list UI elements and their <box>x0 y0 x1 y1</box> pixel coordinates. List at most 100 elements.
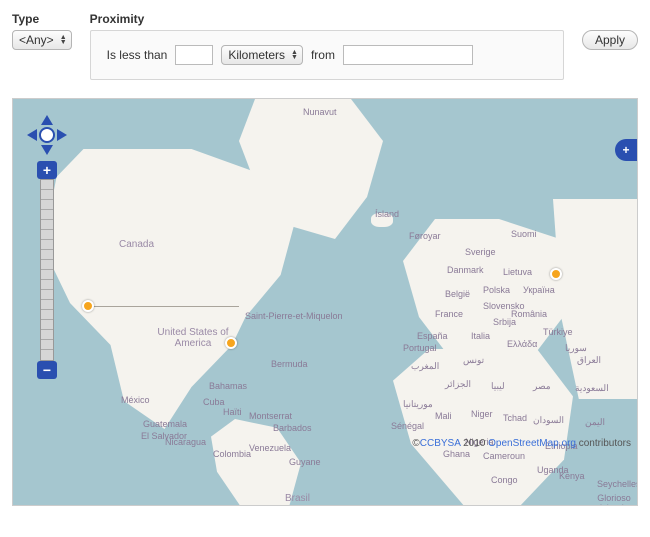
map-place-label: السعودية <box>575 383 609 394</box>
map-place-label: Cuba <box>203 397 225 407</box>
map-place-label: Brasil <box>285 493 310 504</box>
zoom-world-button[interactable]: + <box>615 139 637 161</box>
map-place-label: اليمن <box>585 417 605 428</box>
zoom-slider[interactable] <box>40 179 54 361</box>
map-place-label: România <box>511 309 547 319</box>
zoom-step[interactable] <box>41 340 53 350</box>
zoom-out-button[interactable]: − <box>37 361 57 379</box>
zoom-step[interactable] <box>41 310 53 320</box>
attribution-copyright: © <box>412 438 419 449</box>
map-place-label: Føroyar <box>409 231 441 241</box>
zoom-step[interactable] <box>41 180 53 190</box>
type-label: Type <box>12 12 72 26</box>
zoom-step[interactable] <box>41 320 53 330</box>
zoom-step[interactable] <box>41 290 53 300</box>
map-place-label: Danmark <box>447 265 484 275</box>
pan-center-button[interactable] <box>39 127 55 143</box>
map-place-label: France <box>435 309 463 319</box>
proximity-filter: Proximity Is less than Kilometers ▲▼ fro… <box>90 12 564 80</box>
zoom-step[interactable] <box>41 190 53 200</box>
zoom-in-button[interactable]: + <box>37 161 57 179</box>
map-place-label: Nunavut <box>303 107 337 117</box>
map-gridline <box>93 306 239 307</box>
pan-west-button[interactable] <box>27 129 37 141</box>
map-place-label: Barbados <box>273 423 312 433</box>
attribution-source-link[interactable]: OpenStreetMap.org <box>488 438 576 449</box>
type-select[interactable]: <Any> ▲▼ <box>12 30 72 50</box>
zoom-step[interactable] <box>41 330 53 340</box>
map-place-label: Україна <box>523 285 555 295</box>
apply-button[interactable]: Apply <box>582 30 638 50</box>
map-place-label: Ελλάδα <box>507 339 537 349</box>
zoom-control: + − <box>37 161 57 379</box>
map-place-label: Lietuva <box>503 267 532 277</box>
zoom-step[interactable] <box>41 230 53 240</box>
map-place-label: مصر <box>533 381 551 392</box>
apply-wrap: Apply <box>582 12 638 50</box>
from-label: from <box>311 48 335 62</box>
map-place-label: Seychelles <box>597 479 638 489</box>
map-place-label: المغرب <box>411 361 439 372</box>
map-place-label: Kenya <box>559 471 585 481</box>
zoom-step[interactable] <box>41 210 53 220</box>
unit-select[interactable]: Kilometers ▲▼ <box>221 45 303 65</box>
map-place-label: Saint-Pierre-et-Miquelon <box>245 311 343 321</box>
filter-row: Type <Any> ▲▼ Proximity Is less than Kil… <box>12 12 638 80</box>
map-place-label: السودان <box>533 415 564 426</box>
map-place-label: Sverige <box>465 247 496 257</box>
pan-south-button[interactable] <box>41 145 53 155</box>
map-marker[interactable] <box>225 337 237 349</box>
map-place-label: Canada <box>119 239 154 250</box>
zoom-step[interactable] <box>41 280 53 290</box>
map-place-label: Italia <box>471 331 490 341</box>
map-place-label: Congo <box>491 475 518 485</box>
zoom-step[interactable] <box>41 200 53 210</box>
map-place-label: ليبيا <box>491 381 505 392</box>
zoom-step[interactable] <box>41 270 53 280</box>
map-place-label: Haïti <box>223 407 242 417</box>
apply-button-label: Apply <box>595 33 625 47</box>
type-select-value: <Any> <box>19 33 54 47</box>
distance-input[interactable] <box>175 45 213 65</box>
map[interactable]: NunavutCanadaUnited States of AmericaMéx… <box>12 98 638 506</box>
pan-north-button[interactable] <box>41 115 53 125</box>
map-place-label: Ghana <box>443 449 470 459</box>
attribution-year: 2010 <box>463 438 485 449</box>
zoom-step[interactable] <box>41 350 53 360</box>
zoom-step[interactable] <box>41 260 53 270</box>
map-place-label: Tchad <box>503 413 527 423</box>
map-place-label: سوريا <box>565 343 587 354</box>
pan-control <box>27 115 67 155</box>
map-place-label: Ísland <box>375 209 399 219</box>
select-arrows-icon: ▲▼ <box>291 50 298 60</box>
select-arrows-icon: ▲▼ <box>60 35 67 45</box>
map-marker[interactable] <box>82 300 94 312</box>
map-place-label: تونس <box>463 355 484 366</box>
map-place-label: México <box>121 395 150 405</box>
map-place-label: Guyane <box>289 457 321 467</box>
map-place-label: Srbija <box>493 317 516 327</box>
proximity-prefix: Is less than <box>107 48 168 62</box>
map-place-label: Montserrat <box>249 411 292 421</box>
location-input[interactable] <box>343 45 473 65</box>
zoom-step[interactable] <box>41 220 53 230</box>
zoom-step[interactable] <box>41 300 53 310</box>
zoom-step[interactable] <box>41 240 53 250</box>
map-place-label: Suomi <box>511 229 537 239</box>
map-place-label: Venezuela <box>249 443 291 453</box>
type-filter: Type <Any> ▲▼ <box>12 12 72 50</box>
map-place-label: Cameroun <box>483 451 525 461</box>
map-place-label: الجزائر <box>445 379 471 390</box>
map-marker[interactable] <box>550 268 562 280</box>
unit-select-value: Kilometers <box>228 48 285 62</box>
map-place-label: Niger <box>471 409 493 419</box>
map-place-label: Glorioso Islands <box>589 493 638 506</box>
map-place-label: België <box>445 289 470 299</box>
zoom-step[interactable] <box>41 250 53 260</box>
attribution-suffix: contributors <box>579 438 631 449</box>
attribution-license-link[interactable]: CCBYSA <box>420 438 461 449</box>
pan-east-button[interactable] <box>57 129 67 141</box>
map-place-label: Sénégal <box>391 421 424 431</box>
map-place-label: Türkiye <box>543 327 573 337</box>
map-place-label: Bermuda <box>271 359 308 369</box>
